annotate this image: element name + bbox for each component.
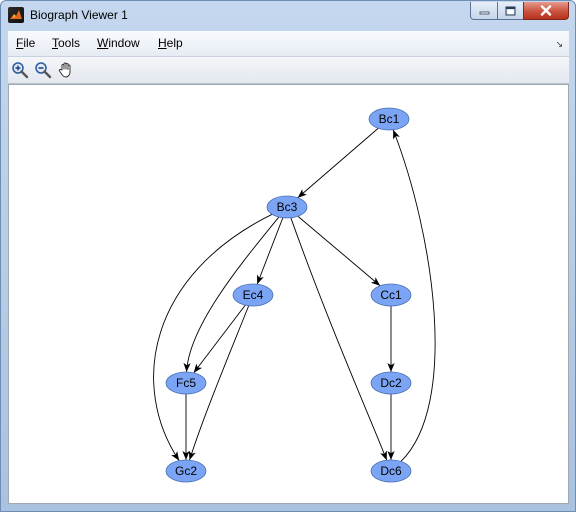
node-fc5[interactable]: Fc5 (165, 371, 207, 395)
node-label: Cc1 (380, 288, 402, 302)
zoom-out-button[interactable] (33, 60, 53, 80)
node-gc2[interactable]: Gc2 (165, 459, 207, 483)
edge-bc3-gc2[interactable] (153, 213, 273, 461)
node-label: Bc3 (277, 200, 298, 214)
menu-file[interactable]: File (16, 36, 35, 50)
node-label: Bc1 (379, 112, 400, 126)
node-dc6[interactable]: Dc6 (370, 459, 412, 483)
node-bc3[interactable]: Bc3 (266, 195, 308, 219)
edge-ec4-fc5[interactable] (193, 304, 246, 374)
graph-canvas[interactable]: Bc1 Bc3 Ec4 Cc1 Fc5 Dc2 Gc2 Dc6 (8, 84, 569, 504)
menu-window-mnemonic: W (97, 36, 109, 50)
minimize-button[interactable] (470, 2, 497, 20)
menu-window-label: indow (108, 36, 140, 50)
maximize-icon (505, 6, 516, 15)
node-ec4[interactable]: Ec4 (232, 283, 274, 307)
node-cc1[interactable]: Cc1 (370, 283, 412, 307)
title-bar[interactable]: Biograph Viewer 1 (1, 1, 575, 30)
node-label: Dc2 (380, 376, 402, 390)
menu-tools-label: ools (58, 36, 81, 50)
node-dc2[interactable]: Dc2 (370, 371, 412, 395)
edge-bc3-dc6[interactable] (290, 217, 388, 461)
edge-bc3-cc1[interactable] (297, 215, 381, 287)
menu-help[interactable]: Help (158, 36, 183, 50)
edge-bc1-bc3[interactable] (297, 127, 379, 199)
zoom-in-button[interactable] (10, 60, 30, 80)
menu-tools[interactable]: Tools (52, 36, 80, 50)
window-controls (470, 2, 569, 21)
menu-help-label: elp (166, 36, 183, 50)
node-label: Ec4 (243, 288, 264, 302)
close-button[interactable] (523, 2, 569, 20)
graph-svg[interactable]: Bc1 Bc3 Ec4 Cc1 Fc5 Dc2 Gc2 Dc6 (9, 85, 568, 503)
minimize-icon (479, 11, 489, 14)
menu-help-mnemonic: H (158, 36, 167, 50)
menu-window[interactable]: Window (97, 36, 140, 50)
pan-hand-icon (58, 62, 71, 78)
close-icon (540, 5, 552, 16)
node-label: Fc5 (176, 376, 196, 390)
pan-button[interactable] (56, 60, 76, 80)
window-title: Biograph Viewer 1 (30, 8, 128, 22)
node-label: Gc2 (175, 464, 197, 478)
dock-arrow-icon[interactable]: ↘ (555, 39, 563, 50)
node-bc1[interactable]: Bc1 (368, 107, 410, 131)
zoom-in-icon (12, 62, 29, 79)
menu-file-label: ile (23, 36, 36, 50)
zoom-out-icon (35, 62, 52, 79)
node-label: Dc6 (380, 464, 402, 478)
menu-bar: File Tools Window Help ↘ (8, 31, 569, 57)
matlab-logo-icon (8, 7, 24, 23)
biograph-window: Biograph Viewer 1 File Tools Window Help… (0, 0, 576, 512)
toolbar (8, 57, 569, 84)
maximize-button[interactable] (497, 2, 523, 20)
